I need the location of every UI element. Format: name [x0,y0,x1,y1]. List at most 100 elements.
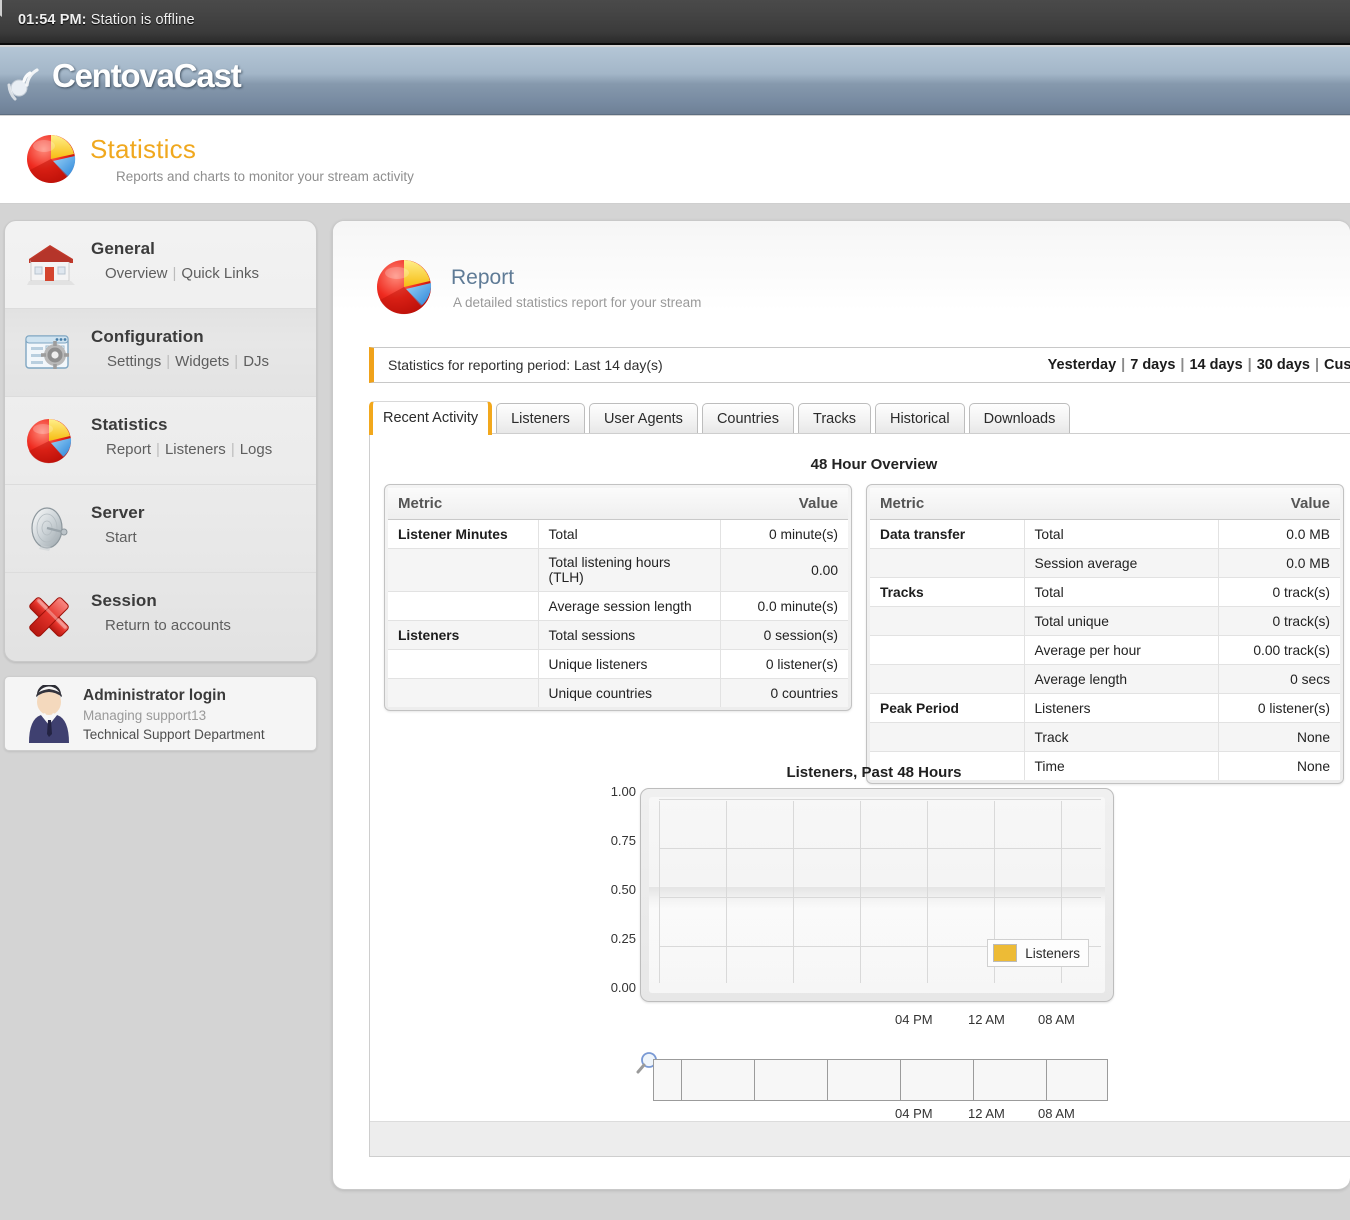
table-row: Data transfer Total 0.0 MB [870,520,1340,549]
sidebar-item-links: Start [105,529,137,546]
table-row: Listeners Total sessions 0 session(s) [388,621,848,650]
sidebar-link-listeners[interactable]: Listeners [165,441,226,458]
row-metric: Average session length [538,592,720,621]
red-x-icon [21,589,79,645]
sidebar-link-start[interactable]: Start [105,529,137,546]
tab-historical[interactable]: Historical [875,403,965,435]
sidebar-item-links: Report|Listeners|Logs [106,441,272,458]
speaker-glyph-icon [0,0,10,20]
navigator-divider [973,1060,974,1100]
sidebar-link-overview[interactable]: Overview [105,265,168,282]
table-row: Average length 0 secs [870,665,1340,694]
table-row: Unique countries 0 countries [388,679,848,708]
sidebar-link-logs[interactable]: Logs [240,441,273,458]
column-header-value: Value [1218,488,1340,520]
table-header-row: Metric Value [388,488,848,520]
row-metric: Total [1024,578,1218,607]
report-title: Report [451,266,514,290]
tab-downloads[interactable]: Downloads [969,403,1071,435]
row-group: Listener Minutes [388,520,538,549]
row-value: 0 track(s) [1218,578,1340,607]
chart-title: Listeners, Past 48 Hours [370,764,1350,781]
row-group [388,650,538,679]
period-link-30-days[interactable]: 30 days [1257,357,1310,373]
sidebar-link-widgets[interactable]: Widgets [175,353,229,370]
page-title: Statistics [90,134,196,165]
sidebar-link-return-to-accounts[interactable]: Return to accounts [105,617,231,634]
row-value: None [1218,723,1340,752]
sidebar-item-server[interactable]: Server Start [5,485,316,573]
sidebar-item-general[interactable]: General Overview|Quick Links [5,221,316,309]
row-metric: Total unique [1024,607,1218,636]
chart-legend: Listeners [987,939,1089,967]
sidebar-item-links: Overview|Quick Links [105,265,259,282]
chart-gridline-vertical [927,801,928,983]
chart-y-axis-labels: 1.00 0.75 0.50 0.25 0.00 [570,788,636,1002]
satellite-dish-icon [21,501,79,557]
pie-chart-icon [21,413,79,469]
table-row: Average session length 0.0 minute(s) [388,592,848,621]
tab-listeners[interactable]: Listeners [496,403,585,435]
x-tick-label: 12 AM [968,1012,1005,1027]
navigator-divider [754,1060,755,1100]
legend-label-listeners: Listeners [1025,946,1080,961]
sidebar-link-quick-links[interactable]: Quick Links [181,265,259,282]
column-header-metric: Metric [388,488,720,520]
row-value: 0.00 track(s) [1218,636,1340,665]
table-header-row: Metric Value [870,488,1340,520]
reporting-period-bar: Statistics for reporting period: Last 14… [369,347,1350,383]
row-group [870,665,1024,694]
row-group [870,636,1024,665]
y-tick-label: 1.00 [611,784,636,799]
row-metric: Average length [1024,665,1218,694]
row-value: 0 secs [1218,665,1340,694]
row-value: 0.0 minute(s) [720,592,848,621]
chart-gridline-horizontal [659,799,1101,800]
overview-table-left: Metric Value Listener Minutes Total 0 mi… [388,488,848,707]
brand-logo-text: CentovaCast [52,57,241,95]
chart-plot-frame[interactable]: Listeners [640,788,1114,1002]
row-value: 0.0 MB [1218,520,1340,549]
row-value: 0 listener(s) [1218,694,1340,723]
row-value: 0 track(s) [1218,607,1340,636]
row-metric: Unique countries [538,679,720,708]
period-link-custom[interactable]: Custom [1324,357,1350,373]
tab-recent-activity[interactable]: Recent Activity [369,401,492,435]
chart-range-navigator[interactable] [653,1059,1108,1101]
overview-table-left-wrapper: Metric Value Listener Minutes Total 0 mi… [384,484,852,711]
sidebar-link-report[interactable]: Report [106,441,151,458]
chart-plot-area: Listeners [649,797,1105,993]
sidebar-item-configuration[interactable]: Configuration Settings|Widgets|DJs [5,309,316,397]
tab-tracks[interactable]: Tracks [798,403,871,435]
table-row: Tracks Total 0 track(s) [870,578,1340,607]
table-row: Session average 0.0 MB [870,549,1340,578]
sidebar-item-session[interactable]: Session Return to accounts [5,573,316,661]
sidebar-item-statistics[interactable]: Statistics Report|Listeners|Logs [5,397,316,485]
row-value: 0.0 MB [1218,549,1340,578]
row-group: Tracks [870,578,1024,607]
row-value: 0 listener(s) [720,650,848,679]
broadcast-antenna-icon [4,61,50,105]
period-link-yesterday[interactable]: Yesterday [1048,357,1117,373]
sidebar-link-settings[interactable]: Settings [107,353,161,370]
chart-gridline-vertical [860,801,861,983]
row-metric: Track [1024,723,1218,752]
navigator-divider [827,1060,828,1100]
y-tick-label: 0.75 [611,833,636,848]
period-link-14-days[interactable]: 14 days [1189,357,1242,373]
user-login-panel: Administrator login Managing support13 T… [4,676,317,751]
status-bar: 01:54 PM: Station is offline [0,0,1350,45]
row-group: Peak Period [870,694,1024,723]
navigator-divider [681,1060,682,1100]
period-link-7-days[interactable]: 7 days [1130,357,1175,373]
tab-user-agents[interactable]: User Agents [589,403,698,435]
table-row: Listener Minutes Total 0 minute(s) [388,520,848,549]
tab-countries[interactable]: Countries [702,403,794,435]
report-subtitle: A detailed statistics report for your st… [453,295,701,310]
user-department: Technical Support Department [83,727,265,742]
sidebar-item-title: Session [91,591,157,611]
row-group [388,549,538,592]
status-message: Station is offline [91,12,195,28]
reporting-period-links: Yesterday|7 days|14 days|30 days|Custom [1048,357,1350,373]
sidebar-link-djs[interactable]: DJs [243,353,269,370]
